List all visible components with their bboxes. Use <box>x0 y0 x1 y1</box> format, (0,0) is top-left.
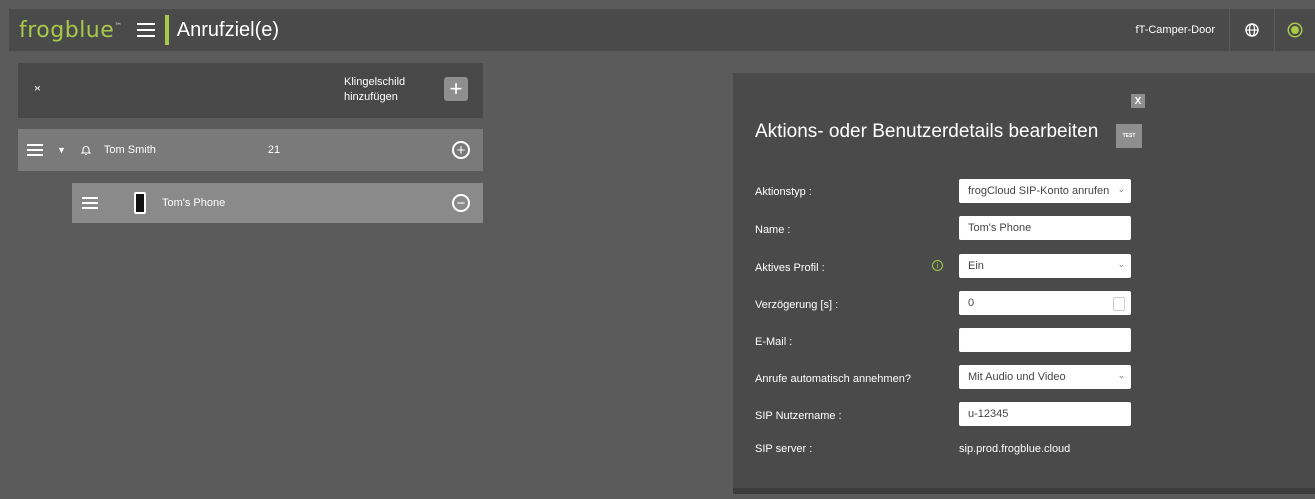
collapse-all-icon[interactable]: ⌄ ⌃ <box>32 78 43 99</box>
expand-arrow-icon[interactable]: ▼ <box>57 145 66 155</box>
contact-number: 21 <box>267 144 281 156</box>
logo-trademark: ™ <box>114 21 123 31</box>
delay-value: 0 <box>968 297 975 309</box>
active-profile-value: Ein <box>968 260 984 272</box>
contact-row[interactable]: ▼ Tom Smith 21 + <box>18 129 483 171</box>
name-value: Tom's Phone <box>968 222 1032 234</box>
logo-text: frogblue <box>19 17 115 43</box>
name-input[interactable]: Tom's Phone <box>959 216 1131 240</box>
add-bell-button[interactable]: + <box>444 77 468 101</box>
language-button[interactable] <box>1229 9 1274 51</box>
delay-label: Verzögerung [s] : <box>755 299 839 311</box>
edit-details-dialog: X Aktions- oder Benutzerdetails bearbeit… <box>733 73 1315 494</box>
auto-answer-label: Anrufe automatisch annehmen? <box>755 373 911 385</box>
email-label: E-Mail : <box>755 336 793 348</box>
info-icon[interactable]: i <box>932 260 943 271</box>
status-button[interactable] <box>1274 9 1315 51</box>
add-target-button[interactable]: + <box>452 141 470 159</box>
chevron-down-icon: ⌄ <box>1117 184 1125 194</box>
auto-answer-select[interactable]: Mit Audio und Video ⌄ <box>959 365 1131 389</box>
spinner-icon[interactable] <box>1113 297 1125 311</box>
top-bar: frogblue™ Anrufziel(e) fT-Camper-Door <box>9 9 1315 51</box>
action-type-value: frogCloud SIP-Konto anrufen <box>968 185 1110 197</box>
name-label: Name : <box>755 224 791 236</box>
email-input[interactable] <box>959 328 1131 352</box>
contact-name: Tom Smith <box>103 144 156 156</box>
title-accent-bar <box>164 15 169 45</box>
drag-handle-icon[interactable] <box>27 144 43 156</box>
phone-name: Tom's Phone <box>162 197 226 209</box>
sip-user-value: u-12345 <box>968 408 1009 420</box>
chevron-down-icon: ⌄ <box>1117 259 1125 269</box>
delay-input[interactable]: 0 <box>959 291 1131 315</box>
sip-user-label: SIP Nutzername : <box>755 410 842 422</box>
globe-icon <box>1245 23 1259 37</box>
phone-row[interactable]: Tom's Phone − <box>72 183 483 223</box>
device-name: fT-Camper-Door <box>1135 24 1215 36</box>
test-button[interactable]: TEST <box>1116 124 1142 148</box>
action-type-label: Aktionstyp : <box>755 186 812 198</box>
close-button[interactable]: X <box>1131 94 1145 108</box>
add-bell-label: Klingelschild hinzufügen <box>344 75 405 105</box>
phone-icon <box>134 192 146 214</box>
drag-handle-icon[interactable] <box>82 197 98 209</box>
remove-target-button[interactable]: − <box>452 194 470 212</box>
menu-icon[interactable] <box>136 23 155 37</box>
add-bell-label-line2: hinzufügen <box>344 91 398 103</box>
bell-list-header: ⌄ ⌃ Klingelschild hinzufügen + <box>18 63 483 118</box>
active-profile-select[interactable]: Ein ⌄ <box>959 254 1131 278</box>
chevron-down-icon: ⌄ <box>1117 370 1125 380</box>
status-icon <box>1291 26 1299 34</box>
sip-server-value: sip.prod.frogblue.cloud <box>959 443 1071 455</box>
page-title: Anrufziel(e) <box>176 18 280 41</box>
active-profile-label: Aktives Profil : <box>755 262 825 274</box>
frogblue-logo[interactable]: frogblue™ <box>19 18 123 43</box>
action-type-select[interactable]: frogCloud SIP-Konto anrufen ⌄ <box>959 179 1131 203</box>
auto-answer-value: Mit Audio und Video <box>968 371 1066 383</box>
sip-user-input[interactable]: u-12345 <box>959 402 1131 426</box>
sip-server-label: SIP server : <box>755 443 813 455</box>
dialog-title: Aktions- oder Benutzerdetails bearbeiten <box>755 121 1099 142</box>
bell-icon <box>80 146 92 156</box>
add-bell-label-line1: Klingelschild <box>344 76 406 88</box>
